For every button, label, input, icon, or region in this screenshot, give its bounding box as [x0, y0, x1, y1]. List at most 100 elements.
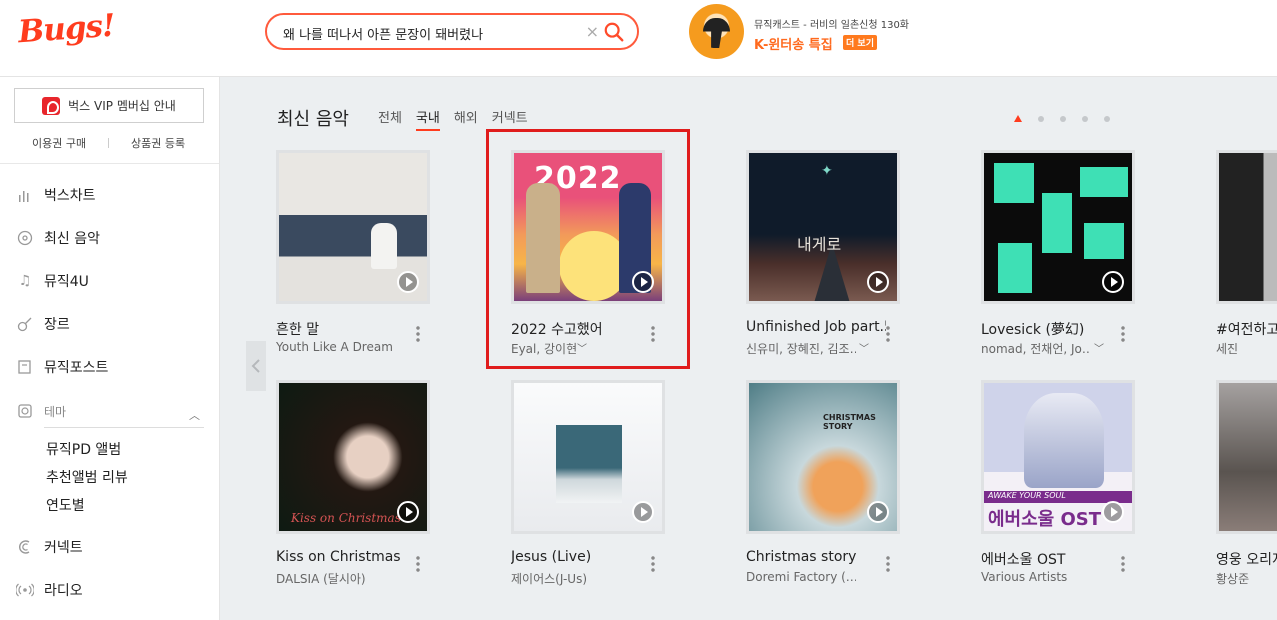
carousel-prev-button[interactable] [246, 341, 266, 391]
pager-dot[interactable] [1038, 115, 1044, 122]
sidebar-item-theme[interactable]: 테마 [16, 402, 66, 420]
more-options-icon[interactable] [416, 325, 420, 343]
pager-dot[interactable] [1060, 115, 1066, 122]
sidebar-divider [0, 163, 219, 164]
album-title[interactable]: 에버소울 OST [981, 549, 1121, 569]
cover-text: Kiss on Christmas [291, 511, 401, 525]
album-title[interactable]: #여전하고싶 [1216, 319, 1277, 339]
play-icon[interactable] [1102, 501, 1124, 523]
album-artist[interactable]: 황상준 [1216, 570, 1277, 587]
promo-more-button[interactable]: 더 보기 [843, 35, 877, 50]
search-box[interactable]: 왜 나를 떠나서 아픈 문장이 돼버렸나 × [265, 13, 639, 50]
sidebar-item-label: 장르 [44, 317, 70, 333]
album-artist[interactable]: Various Artists [981, 570, 1111, 584]
play-icon[interactable] [397, 271, 419, 293]
vip-label: 벅스 VIP 멤버십 안내 [68, 99, 176, 113]
music-note-icon: ♫ [18, 273, 32, 289]
theme-item-review[interactable]: 추천앨범 리뷰 [46, 467, 128, 487]
album-artist[interactable]: DALSIA (달시아) [276, 570, 406, 587]
promo-title[interactable]: K-윈터송 특집 [754, 34, 833, 53]
header: Bugs! 왜 나를 떠나서 아픈 문장이 돼버렸나 × 뮤직캐스트 - 러비의… [0, 0, 1277, 77]
more-options-icon[interactable] [1121, 325, 1125, 343]
more-options-icon[interactable] [416, 555, 420, 573]
play-icon[interactable] [397, 501, 419, 523]
sidebar-item-label: 뮤직포스트 [44, 360, 109, 376]
tab-domestic[interactable]: 국내 [415, 107, 440, 131]
album-cover[interactable] [1216, 150, 1277, 304]
more-options-icon[interactable] [886, 325, 890, 343]
sidebar-item-label: 테마 [44, 404, 67, 419]
cover-figure [371, 223, 397, 269]
sidebar: 벅스 VIP 멤버십 안내 이용권 구매 상품권 등록 벅스차트 최신 음악 ♫… [0, 77, 220, 620]
album-title[interactable]: Christmas story [746, 549, 886, 565]
album-cover[interactable] [276, 150, 430, 304]
album-cover[interactable]: AWAKE YOUR SOUL 에버소울 OST [981, 380, 1135, 534]
play-icon[interactable] [867, 271, 889, 293]
album-artist[interactable]: Youth Like A Dream [276, 340, 406, 354]
disc-icon [16, 229, 34, 247]
tab-overseas[interactable]: 해외 [454, 107, 478, 129]
sidebar-item-new-music[interactable]: 최신 음악 [16, 228, 100, 248]
album-cover[interactable]: ✦ 내게로 [746, 150, 900, 304]
pager-dot-active[interactable] [1014, 115, 1022, 122]
search-icon[interactable] [603, 21, 625, 43]
album-title[interactable]: 영웅 오리지 [1216, 549, 1277, 569]
sidebar-item-genre[interactable]: 장르 [16, 314, 70, 334]
album-cover[interactable] [1216, 380, 1277, 534]
tab-all[interactable]: 전체 [378, 107, 402, 129]
play-icon[interactable] [632, 501, 654, 523]
sidebar-item-label: 커넥트 [44, 540, 83, 556]
album-artist[interactable]: 신유미, 장혜진, 김조… [746, 340, 856, 357]
chevron-left-icon [251, 359, 260, 373]
register-voucher-link[interactable]: 상품권 등록 [131, 135, 185, 151]
album-cover[interactable]: CHRISTMAS STORY [746, 380, 900, 534]
album-cover[interactable] [981, 150, 1135, 304]
album-title[interactable]: Lovesick (夢幻) [981, 319, 1121, 339]
chevron-down-icon[interactable]: ﹀ [859, 340, 869, 355]
promo-subtitle[interactable]: 뮤직캐스트 - 러비의 일촌신청 130화 [754, 16, 909, 31]
play-icon[interactable] [1102, 271, 1124, 293]
sidebar-item-music4u[interactable]: ♫ 뮤직4U [16, 271, 89, 291]
buy-pass-link[interactable]: 이용권 구매 [32, 135, 86, 151]
cover-text: CHRISTMAS STORY [823, 413, 876, 431]
sidebar-item-musicpost[interactable]: 뮤직포스트 [16, 357, 108, 377]
section-title: 최신 음악 [277, 109, 349, 130]
chevron-up-icon[interactable]: ︿ [189, 407, 200, 423]
theme-item-by-year[interactable]: 연도별 [46, 495, 85, 515]
pager-dot[interactable] [1104, 115, 1110, 122]
sidebar-item-label: 뮤직4U [44, 274, 89, 290]
cover-shape [1042, 193, 1072, 253]
cover-text: 내게로 [797, 235, 842, 254]
tab-connect[interactable]: 커넥트 [492, 107, 528, 129]
album-title[interactable]: Unfinished Job part.5 [746, 319, 886, 335]
album-title[interactable]: Kiss on Christmas [276, 549, 416, 565]
album-cover[interactable] [511, 380, 665, 534]
album-artist[interactable]: Doremi Factory (… [746, 570, 856, 584]
vip-membership-button[interactable]: 벅스 VIP 멤버십 안내 [14, 88, 204, 123]
bugs-logo[interactable]: Bugs! [17, 8, 116, 51]
clear-search-icon[interactable]: × [586, 22, 599, 41]
more-options-icon[interactable] [1121, 555, 1125, 573]
pager-dot[interactable] [1082, 115, 1088, 122]
chevron-down-icon[interactable]: ﹀ [1094, 340, 1104, 355]
link-separator [108, 138, 109, 148]
album-artist[interactable]: nomad, 전채언, Jo… [981, 340, 1091, 357]
album-title[interactable]: 흔한 말 [276, 319, 416, 339]
cover-tree: ✦ [821, 163, 833, 179]
theme-icon [16, 402, 34, 420]
sidebar-item-connect[interactable]: 커넥트 [16, 537, 83, 557]
album-title[interactable]: Jesus (Live) [511, 549, 651, 565]
play-icon[interactable] [867, 501, 889, 523]
sidebar-item-chart[interactable]: 벅스차트 [16, 185, 96, 205]
main-content: 최신 음악 전체 국내 해외 커넥트 흔한 말 Youth Like A Dre… [220, 77, 1277, 620]
carousel-pager [1014, 115, 1110, 122]
search-input[interactable]: 왜 나를 떠나서 아픈 문장이 돼버렸나 [283, 24, 483, 43]
album-artist[interactable]: 세진 [1216, 340, 1277, 357]
theme-item-musicpd[interactable]: 뮤직PD 앨범 [46, 439, 121, 459]
album-cover[interactable]: Kiss on Christmas [276, 380, 430, 534]
more-options-icon[interactable] [886, 555, 890, 573]
album-artist[interactable]: 제이어스(J-Us) [511, 570, 641, 587]
sidebar-item-radio[interactable]: 라디오 [16, 580, 83, 600]
promo-avatar[interactable] [689, 4, 744, 59]
more-options-icon[interactable] [651, 555, 655, 573]
